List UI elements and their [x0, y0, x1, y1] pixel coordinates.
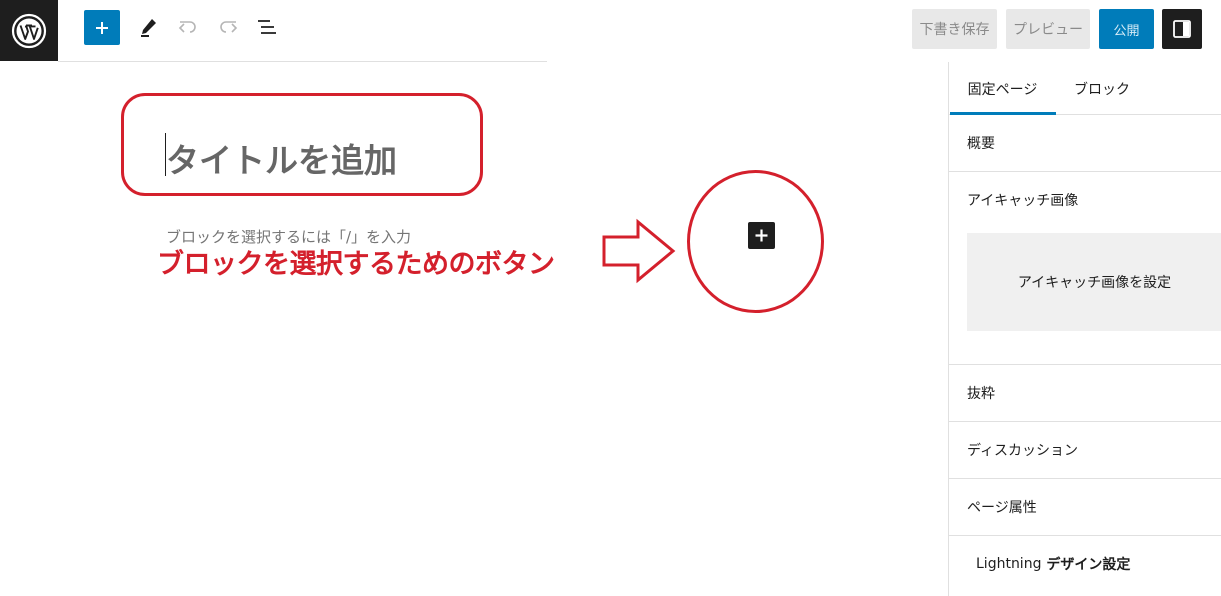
annotation-label: ブロックを選択するためのボタン — [157, 249, 555, 280]
panel-excerpt[interactable]: 抜粋 — [949, 365, 1221, 422]
tools-button[interactable] — [133, 12, 163, 42]
wordpress-logo-button[interactable] — [0, 0, 58, 61]
undo-icon — [178, 21, 196, 33]
save-draft-button[interactable]: 下書き保存 — [912, 9, 997, 49]
header-divider — [58, 61, 547, 62]
panel-title[interactable]: アイキャッチ画像 — [967, 172, 1078, 228]
design-settings-text: デザイン設定 — [1041, 557, 1131, 573]
panel-title: ページ属性 — [967, 500, 1037, 516]
set-featured-image-button[interactable]: アイキャッチ画像を設定 — [967, 233, 1221, 331]
panel-title: ディスカッション — [967, 443, 1079, 459]
panel-discussion[interactable]: ディスカッション — [949, 422, 1221, 479]
editor-header: 下書き保存 プレビュー 公開 — [0, 0, 1221, 61]
plus-icon — [96, 21, 108, 34]
redo-button[interactable] — [213, 12, 243, 42]
settings-sidebar: 固定ページ ブロック 概要 アイキャッチ画像 アイキャッチ画像を設定 抜粋 ディ… — [948, 62, 1221, 596]
tab-block[interactable]: ブロック — [1056, 62, 1148, 115]
annotation-button-highlight — [687, 170, 824, 313]
panel-summary[interactable]: 概要 — [949, 115, 1221, 172]
panel-title: Lightning デザイン設定 — [976, 536, 1130, 592]
settings-toggle-button[interactable] — [1162, 9, 1202, 49]
annotation-title-highlight — [121, 93, 483, 196]
list-view-icon — [258, 20, 276, 34]
lightning-brand-text: Lightning — [976, 556, 1042, 572]
publish-button[interactable]: 公開 — [1099, 9, 1154, 49]
panel-lightning-design[interactable]: Lightning デザイン設定 — [949, 536, 1221, 596]
redo-icon — [220, 21, 238, 33]
undo-button[interactable] — [173, 12, 203, 42]
list-view-button[interactable] — [252, 12, 282, 42]
annotation-arrow-icon — [602, 218, 676, 284]
pen-icon — [141, 19, 156, 37]
sidebar-tabs: 固定ページ ブロック — [949, 62, 1221, 115]
panel-page-attributes[interactable]: ページ属性 — [949, 479, 1221, 536]
panel-featured-image: アイキャッチ画像 アイキャッチ画像を設定 — [949, 172, 1221, 365]
sidebar-toggle-icon — [1173, 20, 1191, 38]
wordpress-icon — [11, 13, 47, 48]
add-block-button[interactable] — [84, 10, 120, 45]
tab-page[interactable]: 固定ページ — [949, 62, 1056, 115]
preview-button[interactable]: プレビュー — [1006, 9, 1090, 49]
panel-title: 概要 — [967, 136, 995, 152]
panel-title: 抜粋 — [967, 386, 995, 402]
